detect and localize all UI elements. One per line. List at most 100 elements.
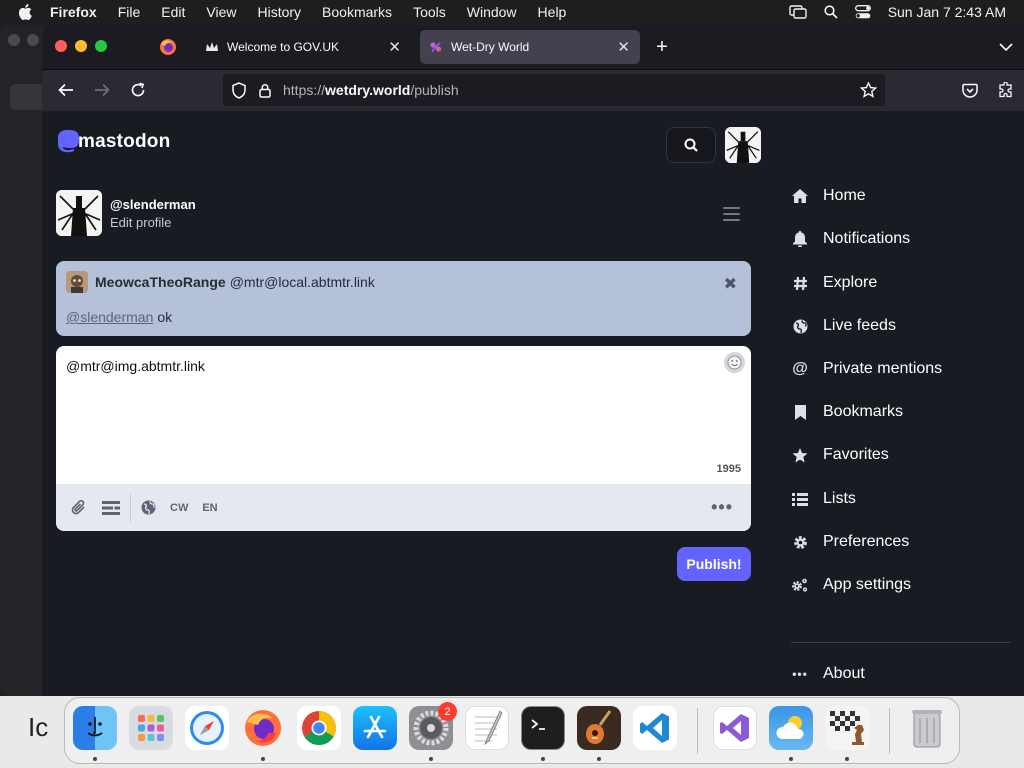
- app-store-icon[interactable]: [353, 706, 397, 750]
- content-warning-button[interactable]: CW: [170, 502, 188, 514]
- menu-clock[interactable]: Sun Jan 7 2:43 AM: [888, 4, 1006, 20]
- compose-textarea[interactable]: @mtr@img.abtmtr.link: [66, 358, 205, 374]
- apple-menu-icon[interactable]: [18, 3, 36, 21]
- visual-studio-icon[interactable]: [713, 706, 757, 750]
- zoom-window-button[interactable]: [95, 40, 107, 52]
- search-icon: [684, 138, 698, 152]
- ellipsis-icon: •••: [792, 667, 808, 681]
- nav-private-mentions[interactable]: @ Private mentions: [791, 354, 942, 384]
- close-tab-icon[interactable]: ✕: [617, 38, 630, 56]
- gear-icon: [791, 533, 809, 551]
- running-indicator: [541, 757, 545, 761]
- bookmark-icon: [791, 403, 809, 421]
- running-indicator: [845, 757, 849, 761]
- home-icon: [791, 187, 809, 205]
- finder-icon[interactable]: [73, 706, 117, 750]
- crown-icon: [205, 41, 219, 53]
- menu-file[interactable]: File: [118, 4, 141, 20]
- trash-icon[interactable]: [905, 706, 949, 750]
- menu-view[interactable]: View: [206, 4, 236, 20]
- emoji-picker-icon[interactable]: [724, 352, 745, 373]
- spotlight-search-icon[interactable]: [824, 5, 838, 19]
- firefox-dock-icon[interactable]: [241, 706, 285, 750]
- nav-live-feeds[interactable]: Live feeds: [791, 311, 896, 341]
- nav-app-settings[interactable]: App settings: [791, 570, 911, 600]
- profile-avatar[interactable]: [56, 190, 102, 236]
- menu-help[interactable]: Help: [538, 4, 567, 20]
- menu-hamburger-icon[interactable]: [723, 207, 740, 221]
- nav-about[interactable]: ••• About: [791, 659, 865, 689]
- nav-favorites[interactable]: Favorites: [791, 440, 889, 470]
- control-center-icon[interactable]: [854, 5, 871, 19]
- nav-home[interactable]: Home: [791, 181, 866, 211]
- nav-explore[interactable]: Explore: [791, 268, 877, 298]
- more-options-icon[interactable]: •••: [711, 497, 733, 518]
- tab-label: Welcome to GOV.UK: [227, 40, 340, 54]
- mastodon-logo[interactable]: mastodon: [56, 129, 170, 155]
- close-window-button[interactable]: [55, 40, 67, 52]
- bookmark-star-icon[interactable]: [860, 82, 877, 98]
- edit-profile-link[interactable]: Edit profile: [110, 215, 196, 230]
- url-bar[interactable]: https://wetdry.world/publish: [223, 74, 885, 106]
- menu-window[interactable]: Window: [467, 4, 517, 20]
- menu-app-name[interactable]: Firefox: [50, 4, 97, 20]
- reply-author-name[interactable]: MeowcaTheoRange: [95, 274, 226, 290]
- nav-label: Home: [823, 187, 866, 204]
- forward-arrow-icon[interactable]: [92, 80, 112, 100]
- background-window-dot: [8, 34, 20, 46]
- avatar-image: [725, 127, 761, 163]
- poll-icon[interactable]: [102, 500, 120, 515]
- system-settings-icon[interactable]: 2: [409, 702, 457, 750]
- account-avatar[interactable]: [725, 127, 761, 163]
- menu-history[interactable]: History: [257, 4, 301, 20]
- weather-icon[interactable]: [769, 706, 813, 750]
- pocket-icon[interactable]: [960, 80, 980, 100]
- minimize-window-button[interactable]: [75, 40, 87, 52]
- profile-card: @slenderman Edit profile: [56, 190, 196, 236]
- tab-gov-uk[interactable]: Welcome to GOV.UK ✕: [193, 30, 411, 64]
- back-arrow-icon[interactable]: [56, 80, 76, 100]
- reply-author-avatar[interactable]: [66, 271, 88, 293]
- profile-handle[interactable]: @slenderman: [110, 197, 196, 212]
- nav-label: App settings: [823, 576, 912, 593]
- close-tab-icon[interactable]: ✕: [388, 38, 401, 56]
- compose-toolbar: CW EN •••: [56, 484, 751, 531]
- garageband-icon[interactable]: [577, 706, 621, 750]
- paperclip-icon[interactable]: [71, 499, 87, 516]
- reload-icon[interactable]: [128, 80, 148, 100]
- menu-edit[interactable]: Edit: [161, 4, 185, 20]
- search-button[interactable]: [666, 127, 716, 163]
- lock-icon[interactable]: [259, 83, 271, 98]
- cancel-reply-icon[interactable]: ✖: [724, 274, 737, 294]
- terminal-icon[interactable]: [521, 706, 565, 750]
- firefox-view-icon[interactable]: [158, 37, 178, 57]
- character-counter: 1995: [716, 463, 741, 475]
- compose-form: @mtr@img.abtmtr.link 1995 CW EN •••: [56, 346, 751, 531]
- new-tab-icon[interactable]: +: [652, 36, 672, 58]
- extensions-puzzle-icon[interactable]: [996, 80, 1016, 100]
- nav-notifications[interactable]: Notifications: [791, 224, 910, 254]
- vscode-icon[interactable]: [633, 706, 677, 750]
- running-indicator: [429, 757, 433, 761]
- page-content: mastodon @slenderman Edit profile Meowca…: [42, 111, 1024, 696]
- tracking-protection-shield-icon[interactable]: [231, 81, 247, 99]
- nav-lists[interactable]: Lists: [791, 484, 856, 514]
- visibility-globe-icon[interactable]: [141, 500, 156, 515]
- chrome-icon[interactable]: [297, 706, 341, 750]
- chess-icon[interactable]: [825, 706, 869, 750]
- notification-badge: 2: [438, 702, 457, 721]
- publish-button[interactable]: Publish!: [677, 547, 751, 581]
- language-button[interactable]: EN: [202, 502, 217, 514]
- nav-preferences[interactable]: Preferences: [791, 527, 909, 557]
- screen-mirroring-icon[interactable]: [788, 5, 807, 19]
- nav-bookmarks[interactable]: Bookmarks: [791, 397, 903, 427]
- launchpad-icon[interactable]: [129, 706, 173, 750]
- list-all-tabs-icon[interactable]: [996, 37, 1016, 57]
- tab-wet-dry-world[interactable]: Wet-Dry World ✕: [420, 30, 640, 64]
- mastodon-wordmark: mastodon: [78, 131, 171, 152]
- reply-mention-link[interactable]: @slenderman: [66, 309, 153, 325]
- safari-icon[interactable]: [185, 706, 229, 750]
- menu-bookmarks[interactable]: Bookmarks: [322, 4, 392, 20]
- menu-tools[interactable]: Tools: [413, 4, 446, 20]
- textedit-icon[interactable]: [465, 706, 509, 750]
